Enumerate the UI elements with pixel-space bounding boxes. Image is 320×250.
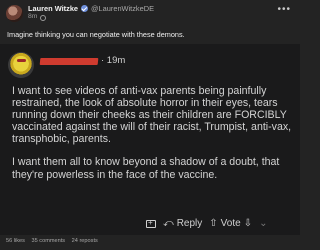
- embedded-avatar: [8, 52, 34, 78]
- downvote-icon: ⇩: [243, 218, 253, 229]
- vote-button[interactable]: ⇧ Vote ⇩: [209, 218, 252, 229]
- embedded-time: · 19m: [101, 55, 126, 66]
- embedded-paragraph-1: I want to see videos of anti-vax parents…: [12, 85, 292, 146]
- embedded-screenshot: · 19m I want to see videos of anti-vax p…: [0, 44, 300, 235]
- author-row: Lauren Witzke @LaurenWitzkeDE: [28, 5, 154, 13]
- author-block: Lauren Witzke @LaurenWitzkeDE 8m: [28, 5, 154, 21]
- post-caption: Imagine thinking you can negotiate with …: [7, 30, 185, 39]
- reply-label: Reply: [176, 218, 203, 229]
- add-icon[interactable]: [146, 218, 156, 228]
- likes-count[interactable]: 56 likes: [6, 238, 25, 244]
- embedded-text: I want to see videos of anti-vax parents…: [12, 85, 294, 192]
- author-avatar[interactable]: [6, 5, 23, 22]
- upvote-icon: ⇧: [209, 218, 218, 229]
- reply-button[interactable]: ⤺ Reply: [163, 218, 202, 229]
- post-meta: 8m: [28, 14, 154, 21]
- embedded-actions: ⤺ Reply ⇧ Vote ⇩ ⌄: [146, 218, 267, 229]
- comments-count[interactable]: 35 comments: [32, 238, 66, 244]
- reply-icon: ⤺: [163, 218, 174, 229]
- author-name[interactable]: Lauren Witzke: [28, 5, 78, 13]
- vote-label: Vote: [220, 218, 241, 229]
- post-time: 8m: [28, 13, 38, 21]
- reposts-count[interactable]: 24 reposts: [72, 238, 98, 244]
- post-header: Lauren Witzke @LaurenWitzkeDE 8m: [6, 5, 154, 22]
- more-options-icon[interactable]: •••: [277, 4, 291, 15]
- engagement-footer: 56 likes 35 comments 24 reposts: [6, 238, 103, 244]
- redacted-username-mark: [39, 58, 99, 65]
- globe-icon: [40, 14, 47, 21]
- embedded-paragraph-2: I want them all to know beyond a shadow …: [12, 156, 280, 181]
- author-handle[interactable]: @LaurenWitzkeDE: [91, 5, 154, 13]
- verified-check-icon: [81, 5, 89, 13]
- embedded-more[interactable]: ⌄: [259, 218, 267, 229]
